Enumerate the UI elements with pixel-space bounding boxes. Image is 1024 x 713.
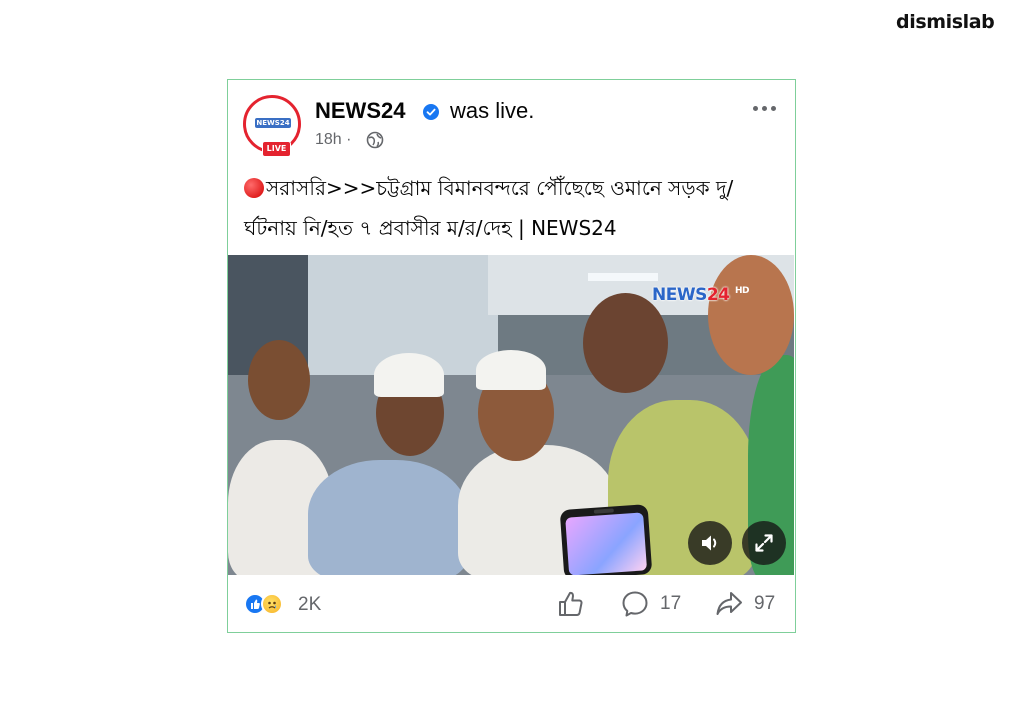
news24-channel-logo: NEWS24 HD	[652, 285, 749, 307]
live-video-player[interactable]: NEWS24 HD	[228, 255, 794, 575]
facebook-post-card: NEWS24 LIVE NEWS24 was live. 18h · সরাসর…	[227, 79, 796, 633]
sad-icon	[268, 601, 276, 609]
thumbs-up-icon	[559, 591, 583, 616]
news24-logo-red: 24	[706, 285, 730, 305]
page-avatar[interactable]: NEWS24 LIVE	[243, 95, 301, 157]
sad-icon	[261, 593, 283, 615]
post-footer: 2K 17 97	[228, 575, 794, 631]
post-timestamp[interactable]: 18h ·	[315, 131, 351, 149]
video-scene-phone-screen	[565, 512, 648, 575]
comment-button[interactable]: 17	[620, 589, 681, 619]
video-scene-light	[588, 273, 658, 281]
like-button[interactable]	[556, 589, 586, 619]
dot-icon	[770, 105, 776, 111]
page-name-link[interactable]: NEWS24	[315, 98, 405, 124]
video-person-cap	[374, 353, 444, 397]
video-scene-phone-notch	[593, 508, 614, 514]
news24-avatar-logo: NEWS24	[255, 118, 291, 128]
video-scene-phone	[559, 504, 653, 575]
comment-count: 17	[660, 593, 682, 614]
post-title-text: সরাসরি>>>চট্টগ্রাম বিমানবন্দরে পৌঁছেছে ও…	[244, 176, 734, 240]
news24-logo-blue: NEWS	[652, 285, 707, 305]
live-badge: LIVE	[262, 141, 291, 157]
share-button[interactable]: 97	[714, 589, 775, 619]
video-person-head	[708, 255, 794, 375]
expand-icon	[755, 534, 773, 552]
more-options-button[interactable]	[748, 98, 780, 118]
volume-button[interactable]	[688, 521, 732, 565]
share-icon	[716, 592, 742, 615]
red-circle-icon	[244, 178, 264, 198]
volume-icon	[702, 535, 717, 551]
video-person-head	[248, 340, 310, 420]
video-person-head	[583, 293, 668, 393]
hd-badge: HD	[734, 286, 750, 296]
video-person-cap	[476, 350, 546, 390]
video-person	[308, 460, 468, 575]
fullscreen-button[interactable]	[742, 521, 786, 565]
comment-icon	[622, 591, 648, 617]
reactions-count[interactable]: 2K	[298, 594, 321, 616]
post-status-text: was live.	[450, 98, 535, 123]
dismislab-watermark: dismislab	[896, 11, 995, 33]
dot-icon	[761, 105, 767, 111]
dot-icon	[752, 105, 758, 111]
share-count: 97	[754, 593, 776, 614]
globe-icon	[366, 131, 384, 149]
post-title: সরাসরি>>>চট্টগ্রাম বিমানবন্দরে পৌঁছেছে ও…	[244, 168, 784, 248]
reactions-summary[interactable]	[244, 593, 294, 615]
verified-badge-icon	[423, 104, 439, 120]
